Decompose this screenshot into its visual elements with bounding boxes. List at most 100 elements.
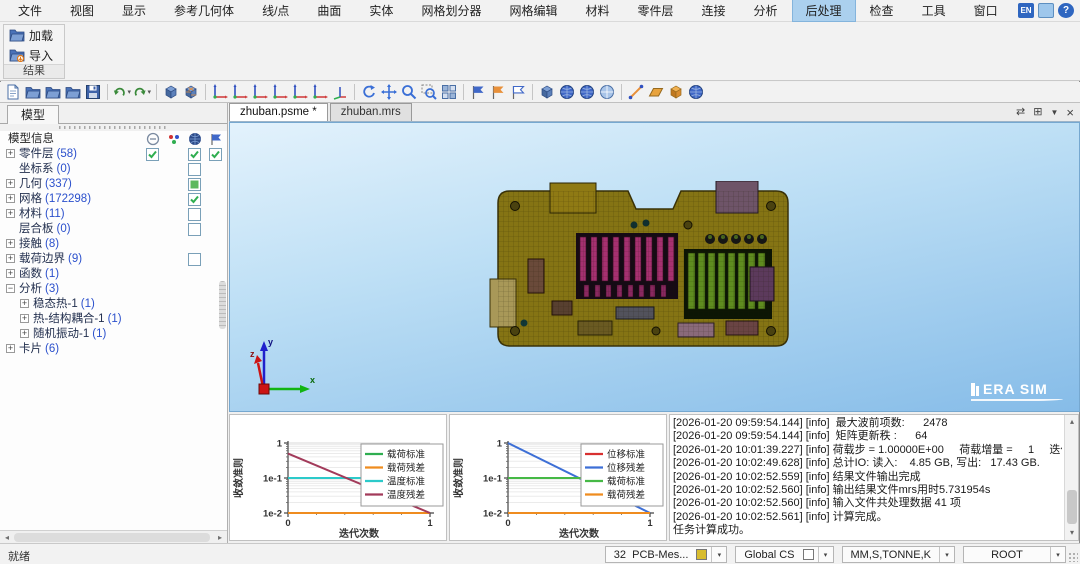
redo-icon[interactable]: ▾ — [132, 83, 152, 101]
menu-item-5[interactable]: 曲面 — [303, 0, 355, 22]
tree-row[interactable]: +随机振动-1(1) — [0, 327, 227, 342]
csys-align-icon[interactable] — [310, 83, 330, 101]
tree-item-label[interactable]: 几何 — [19, 178, 42, 190]
show-flag-icon[interactable] — [209, 132, 223, 146]
close-tab-icon[interactable]: × — [1066, 105, 1074, 120]
expand-icon[interactable]: + — [6, 149, 15, 158]
menu-item-10[interactable]: 零件层 — [623, 0, 687, 22]
language-en-icon[interactable]: EN — [1018, 3, 1034, 18]
expand-icon[interactable]: + — [6, 269, 15, 278]
mesh-cube-icon[interactable] — [181, 83, 201, 101]
tree-checkbox[interactable] — [188, 193, 201, 206]
open-recent-icon[interactable] — [63, 83, 83, 101]
tree-checkbox[interactable] — [188, 178, 201, 191]
tree-row[interactable]: +几何(337) — [0, 177, 227, 192]
import-file-icon[interactable] — [43, 83, 63, 101]
tab-zhuban-psme[interactable]: zhuban.psme * — [229, 103, 328, 121]
root-combo[interactable]: ROOT▾ — [963, 546, 1066, 563]
menu-item-15[interactable]: 工具 — [908, 0, 960, 22]
create-line-icon[interactable] — [626, 83, 646, 101]
fit-window-icon[interactable] — [439, 83, 459, 101]
mesh-part-combo-dropdown-icon[interactable]: ▾ — [712, 551, 726, 559]
tab-zhuban-mrs[interactable]: zhuban.mrs — [330, 103, 412, 121]
multi-flag-icon[interactable] — [488, 83, 508, 101]
tree-row[interactable]: +零件层(58) — [0, 147, 227, 162]
menu-item-6[interactable]: 实体 — [355, 0, 407, 22]
units-combo-dropdown-icon[interactable]: ▾ — [940, 551, 954, 559]
expand-icon[interactable]: + — [6, 194, 15, 203]
load-results-button[interactable]: 加载 — [4, 25, 64, 45]
tree-item-label[interactable]: 卡片 — [19, 343, 42, 355]
tree-item-label[interactable]: 层合板 — [19, 223, 54, 235]
import-results-button[interactable]: 导入 — [4, 45, 64, 65]
scroll-right-icon[interactable]: ▸ — [214, 532, 226, 543]
zoom-window-icon[interactable] — [419, 83, 439, 101]
tree-horizontal-scrollbar[interactable]: ◂ ▸ — [0, 530, 227, 543]
tree-item-label[interactable]: 热-结构耦合-1 — [33, 313, 105, 325]
expand-icon[interactable]: + — [6, 239, 15, 248]
mesh-part-combo[interactable]: 32 PCB-Mes...▾ — [605, 546, 728, 563]
csys-translate-icon[interactable] — [230, 83, 250, 101]
tree-checkbox[interactable] — [188, 163, 201, 176]
tree-row[interactable]: +网格(172298) — [0, 192, 227, 207]
shaded-mesh-view-icon[interactable] — [557, 83, 577, 101]
menu-item-11[interactable]: 连接 — [688, 0, 740, 22]
tree-item-label[interactable]: 材料 — [19, 208, 42, 220]
pan-view-icon[interactable] — [379, 83, 399, 101]
menu-item-3[interactable]: 参考几何体 — [160, 0, 248, 22]
triad-icon[interactable] — [330, 83, 350, 101]
panel-splitter[interactable] — [0, 124, 227, 131]
csys-mirror-icon[interactable] — [290, 83, 310, 101]
tree-item-label[interactable]: 载荷边界 — [19, 253, 65, 265]
expand-icon[interactable]: + — [6, 209, 15, 218]
tree-row[interactable]: −分析(3) — [0, 282, 227, 297]
menu-item-4[interactable]: 线/点 — [248, 0, 303, 22]
expand-icon[interactable]: + — [20, 299, 29, 308]
menu-item-9[interactable]: 材料 — [571, 0, 623, 22]
tree-row[interactable]: +稳态热-1(1) — [0, 297, 227, 312]
menu-item-7[interactable]: 网格划分器 — [407, 0, 495, 22]
tree-row[interactable]: +材料(11) — [0, 207, 227, 222]
expand-icon[interactable]: + — [6, 344, 15, 353]
menu-item-2[interactable]: 显示 — [108, 0, 160, 22]
rotate-view-icon[interactable] — [359, 83, 379, 101]
shaded-view-icon[interactable] — [537, 83, 557, 101]
menu-item-0[interactable]: 文件 — [4, 0, 56, 22]
tree-checkbox[interactable] — [188, 253, 201, 266]
tree-item-label[interactable]: 函数 — [19, 268, 42, 280]
expand-icon[interactable]: + — [6, 254, 15, 263]
zoom-view-icon[interactable] — [399, 83, 419, 101]
save-file-icon[interactable] — [83, 83, 103, 101]
tree-checkbox[interactable] — [209, 148, 222, 161]
create-box-icon[interactable] — [666, 83, 686, 101]
wireframe-view-icon[interactable] — [577, 83, 597, 101]
menu-item-13[interactable]: 后处理 — [792, 0, 856, 22]
select-flag-icon[interactable] — [468, 83, 488, 101]
menu-item-1[interactable]: 视图 — [56, 0, 108, 22]
units-combo[interactable]: MM,S,TONNE,K▾ — [842, 546, 955, 563]
tree-checkbox[interactable] — [188, 208, 201, 221]
tree-item-label[interactable]: 接触 — [19, 238, 42, 250]
tree-item-label[interactable]: 零件层 — [19, 148, 54, 160]
window-layout-icon[interactable] — [1038, 3, 1054, 18]
tree-item-label[interactable]: 分析 — [19, 283, 42, 295]
expand-icon[interactable]: + — [20, 314, 29, 323]
expand-icon[interactable]: + — [20, 329, 29, 338]
scroll-up-icon[interactable]: ▴ — [1066, 416, 1078, 428]
tree-row[interactable]: +函数(1) — [0, 267, 227, 282]
new-model-icon[interactable] — [3, 83, 23, 101]
menu-item-12[interactable]: 分析 — [740, 0, 792, 22]
csys-create-icon[interactable] — [210, 83, 230, 101]
shaded-cube-icon[interactable] — [161, 83, 181, 101]
resize-grip[interactable] — [1068, 552, 1078, 562]
menu-item-8[interactable]: 网格编辑 — [495, 0, 571, 22]
tree-row[interactable]: +载荷边界(9) — [0, 252, 227, 267]
csys-rotate-icon[interactable] — [250, 83, 270, 101]
undo-icon[interactable]: ▾ — [112, 83, 132, 101]
create-sphere-icon[interactable] — [686, 83, 706, 101]
mesh-display-icon[interactable] — [188, 132, 202, 146]
tab-model[interactable]: 模型 — [7, 105, 59, 124]
expand-icon[interactable]: + — [6, 179, 15, 188]
menu-item-14[interactable]: 检查 — [856, 0, 908, 22]
log-scroll-thumb[interactable] — [1067, 490, 1077, 524]
